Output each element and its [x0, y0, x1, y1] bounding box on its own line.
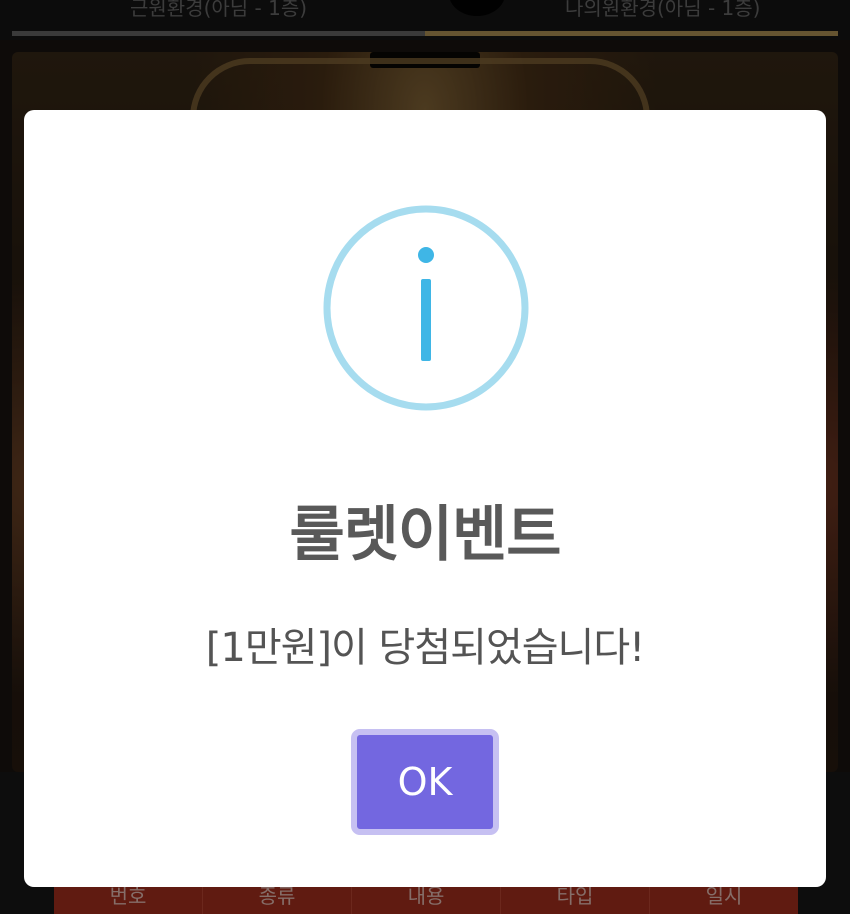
- alert-dialog: 룰렛이벤트 [1만원]이 당첨되었습니다! OK: [24, 110, 826, 887]
- info-icon: [323, 205, 529, 411]
- dialog-message: [1만원]이 당첨되었습니다!: [205, 625, 645, 671]
- ok-button[interactable]: OK: [351, 729, 499, 835]
- dialog-title: 룰렛이벤트: [289, 500, 562, 570]
